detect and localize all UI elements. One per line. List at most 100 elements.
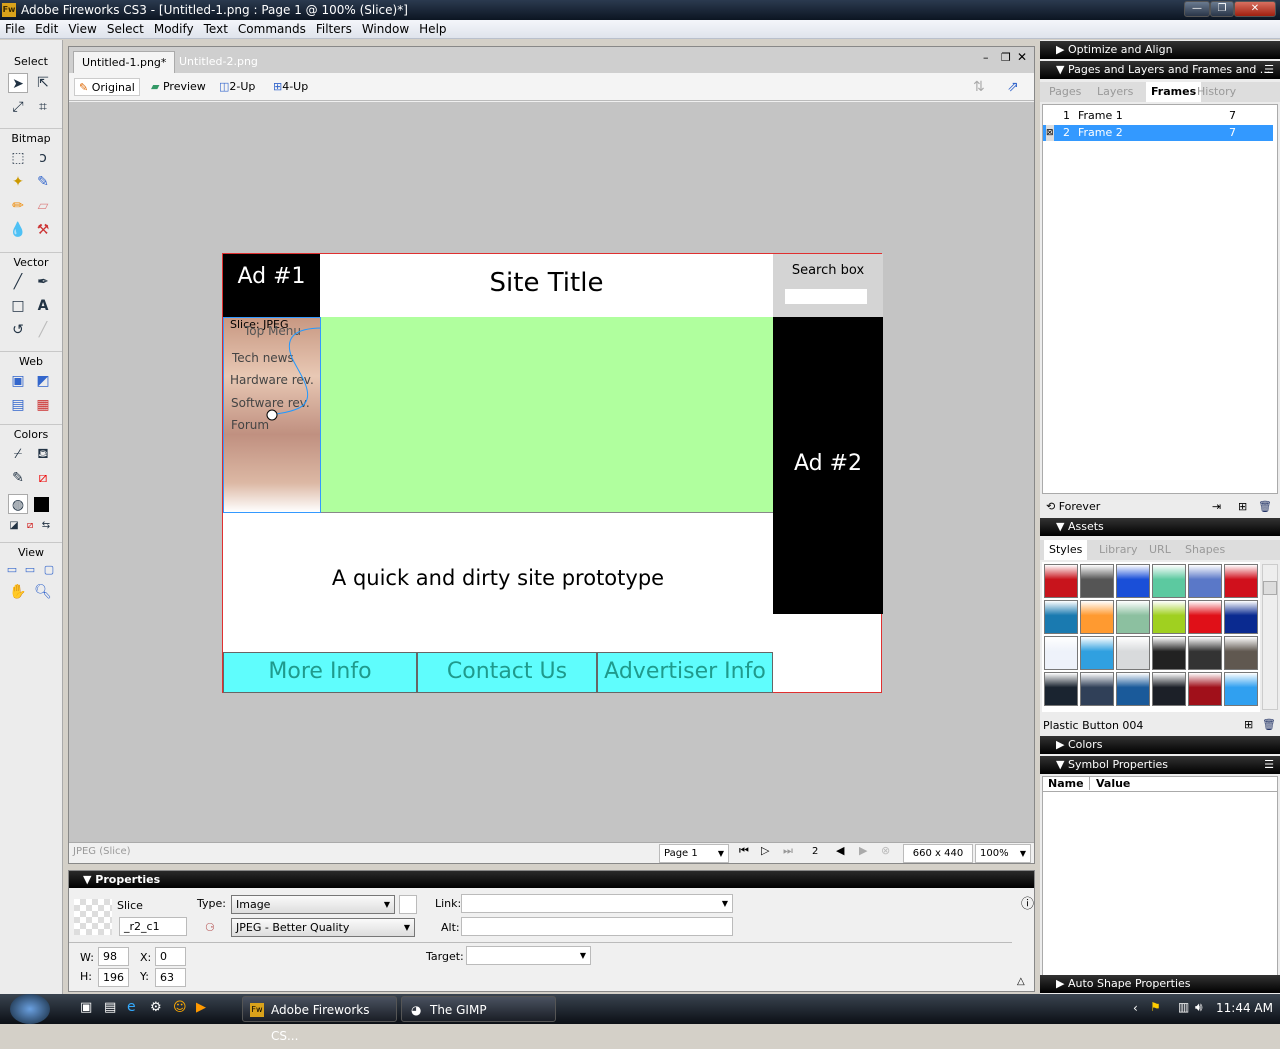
prev-frame-icon[interactable]: ◀	[836, 844, 844, 857]
text-tool-icon[interactable]: A	[33, 296, 53, 316]
menu-file[interactable]: File	[0, 20, 30, 39]
eyedropper-icon[interactable]: ⌿	[8, 444, 28, 464]
content-area[interactable]	[321, 317, 773, 513]
style-swatch[interactable]	[1152, 564, 1186, 598]
tray-icon[interactable]: ⚑	[1150, 1000, 1161, 1014]
style-swatch[interactable]	[1152, 636, 1186, 670]
ad1-block[interactable]: Ad #1	[223, 254, 320, 317]
style-swatch[interactable]	[1080, 564, 1114, 598]
close-button[interactable]: ✕	[1234, 1, 1276, 17]
footer-advertiser-info[interactable]: Advertiser Info	[597, 652, 773, 693]
tab-shapes[interactable]: Shapes	[1180, 540, 1230, 560]
styles-scrollbar[interactable]	[1262, 564, 1278, 710]
show-desktop-icon[interactable]: ▣	[80, 1000, 92, 1015]
knife-tool-icon[interactable]: ╱	[33, 320, 53, 340]
pointer-tool-icon[interactable]: ➤	[8, 73, 28, 93]
show-slices-icon[interactable]: ▦	[33, 395, 53, 415]
optimize-icon[interactable]: ⚆	[205, 921, 215, 934]
last-frame-icon[interactable]: ⏭	[783, 844, 793, 858]
clock[interactable]: 11:44 AM	[1216, 1001, 1273, 1015]
style-swatch[interactable]	[1224, 672, 1258, 706]
alt-input[interactable]	[461, 917, 733, 936]
ie-icon[interactable]: e	[127, 999, 136, 1015]
crop-tool-icon[interactable]: ⌗	[33, 97, 53, 117]
quicklaunch-icon[interactable]: ☺	[173, 1000, 187, 1015]
doc-close-icon[interactable]: ✕	[1017, 50, 1027, 64]
optimize-panel-header[interactable]: ▶ Optimize and Align	[1040, 41, 1280, 59]
tab-styles[interactable]: Styles	[1044, 540, 1088, 560]
style-swatch[interactable]	[1152, 672, 1186, 706]
rectangle-tool-icon[interactable]: □	[8, 296, 28, 316]
line-tool-icon[interactable]: ╱	[8, 272, 28, 292]
freeform-tool-icon[interactable]: ↺	[8, 320, 28, 340]
media-player-icon[interactable]: ▶	[196, 1000, 206, 1015]
preview-view-button[interactable]: ▰ Preview	[147, 78, 210, 96]
slice-color-swatch[interactable]	[399, 895, 417, 914]
maximize-button[interactable]: ❐	[1210, 1, 1234, 17]
distribute-frames-icon[interactable]: ⇥	[1212, 500, 1221, 513]
panel-menu-icon[interactable]: ☰	[1264, 61, 1274, 79]
style-swatch[interactable]	[1224, 600, 1258, 634]
quicklaunch-icon[interactable]: ⚙	[150, 1000, 162, 1015]
hide-slices-icon[interactable]: ▤	[8, 395, 28, 415]
menu-select[interactable]: Select	[102, 20, 149, 39]
original-view-button[interactable]: ✎ Original	[74, 78, 140, 96]
target-select[interactable]: ▼	[466, 946, 591, 965]
style-swatch[interactable]	[1188, 672, 1222, 706]
rubber-stamp-icon[interactable]: ⚒	[33, 220, 53, 240]
left-menu-slice[interactable]: Slice: JPEG Top Menu Tech news Hardware …	[223, 317, 323, 513]
tab-url[interactable]: URL	[1144, 540, 1176, 560]
style-swatch[interactable]	[1080, 600, 1114, 634]
tab-untitled-2[interactable]: Untitled-2.png	[171, 51, 266, 73]
lasso-tool-icon[interactable]: ↄ	[33, 148, 53, 168]
link-input[interactable]: ▼	[461, 894, 733, 913]
style-swatch[interactable]	[1188, 636, 1222, 670]
new-frame-icon[interactable]: ⊞	[1238, 500, 1247, 513]
export-icon[interactable]: ⇗	[1003, 78, 1023, 96]
auto-shape-properties-header[interactable]: ▶ Auto Shape Properties	[1040, 975, 1280, 993]
pen-tool-icon[interactable]: ✒	[33, 272, 53, 292]
style-swatch[interactable]	[1152, 600, 1186, 634]
style-swatch[interactable]	[1044, 600, 1078, 634]
menu-edit[interactable]: Edit	[30, 20, 63, 39]
fill-color-icon[interactable]: ◍	[8, 494, 28, 514]
minimize-button[interactable]: —	[1184, 1, 1210, 17]
style-swatch[interactable]	[1188, 564, 1222, 598]
tab-untitled-1[interactable]: Untitled-1.png*	[73, 51, 176, 73]
hotspot-tool-icon[interactable]: ▣	[8, 371, 28, 391]
stop-icon[interactable]: ⊗	[881, 844, 890, 857]
volume-icon[interactable]: 🔊︎	[1195, 1000, 1203, 1015]
eraser-tool-icon[interactable]: ▱	[33, 196, 53, 216]
collapse-icon[interactable]: △	[1017, 976, 1025, 987]
stroke-swatch-icon[interactable]: ⧄	[33, 468, 53, 488]
style-swatch[interactable]	[1224, 564, 1258, 598]
tray-expand-icon[interactable]: ‹	[1133, 1001, 1138, 1015]
blur-tool-icon[interactable]: 💧	[8, 220, 28, 240]
delete-frame-icon[interactable]: 🗑︎	[1258, 500, 1272, 513]
brush-tool-icon[interactable]: ✎	[33, 172, 53, 192]
zoom-tool-icon[interactable]: 🔍︎	[33, 582, 53, 602]
switch-windows-icon[interactable]: ▤	[104, 1000, 116, 1015]
standard-mode-icon[interactable]: ▭	[2, 560, 22, 580]
panel-menu-icon[interactable]: ☰	[1264, 756, 1274, 774]
paint-bucket-icon[interactable]: ⛾	[33, 444, 53, 464]
style-swatch[interactable]	[1044, 672, 1078, 706]
taskbar-gimp[interactable]: ◕ The GIMP	[401, 996, 556, 1022]
play-icon[interactable]: ▷	[761, 844, 769, 857]
style-swatch[interactable]	[1116, 672, 1150, 706]
next-frame-icon[interactable]: ▶	[859, 844, 867, 857]
full-screen-menu-icon[interactable]: ▭	[20, 560, 40, 580]
footer-contact-us[interactable]: Contact Us	[417, 652, 597, 693]
assets-panel-header[interactable]: ▼ Assets	[1040, 518, 1280, 536]
pages-layers-panel-header[interactable]: ▼ Pages and Layers and Frames and ... ☰	[1040, 61, 1280, 79]
style-swatch[interactable]	[1188, 600, 1222, 634]
style-swatch[interactable]	[1116, 636, 1150, 670]
scroll-thumb[interactable]	[1263, 581, 1277, 595]
ad2-block[interactable]: Ad #2	[773, 317, 883, 614]
slice-tool-icon[interactable]: ◩	[33, 371, 53, 391]
tagline[interactable]: A quick and dirty site prototype	[223, 513, 773, 652]
x-input[interactable]: 0	[155, 947, 186, 966]
first-frame-icon[interactable]: ⏮	[739, 844, 749, 858]
style-swatch[interactable]	[1044, 564, 1078, 598]
style-swatch[interactable]	[1116, 600, 1150, 634]
